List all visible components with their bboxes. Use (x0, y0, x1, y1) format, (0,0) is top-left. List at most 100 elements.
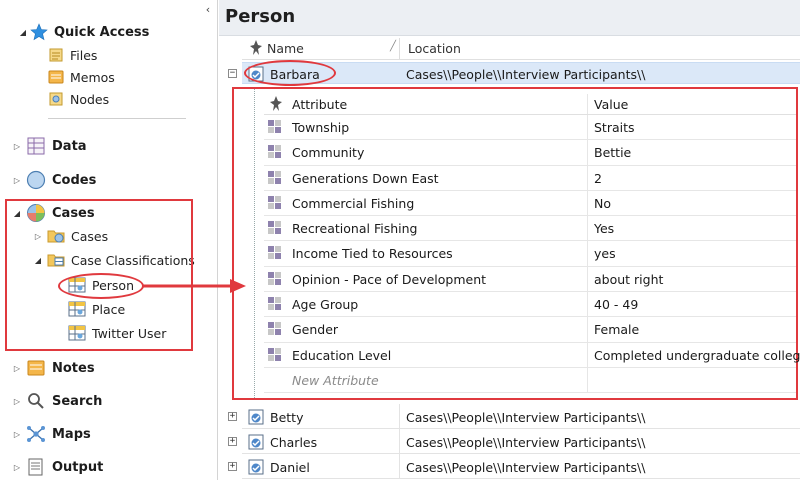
expand-arrow-icon[interactable]: ▷ (12, 364, 22, 373)
column-separator (399, 429, 400, 454)
quick-access-label: Quick Access (54, 24, 150, 40)
nav-codes[interactable]: ▷ Codes (12, 169, 96, 191)
column-separator (587, 317, 588, 342)
expand-arrow-icon[interactable]: ▷ (12, 176, 22, 185)
attribute-value[interactable]: 40 - 49 (594, 297, 638, 312)
attribute-row[interactable]: Generations Down East 2 (264, 165, 796, 191)
attribute-row[interactable]: Commercial Fishing No (264, 190, 796, 217)
attribute-value[interactable]: Yes (594, 221, 614, 236)
new-attribute-placeholder[interactable]: New Attribute (292, 373, 379, 388)
nav-notes[interactable]: ▷ Notes (12, 357, 95, 379)
output-icon (26, 458, 46, 476)
attribute-value[interactable]: 2 (594, 171, 602, 186)
nav-search[interactable]: ▷ Search (12, 390, 102, 412)
tree-guide-line (254, 89, 255, 398)
column-separator (587, 190, 588, 216)
person-highlight-ellipse (58, 273, 144, 299)
pin-icon[interactable] (268, 95, 284, 113)
nav-data[interactable]: ▷ Data (12, 135, 87, 157)
attribute-panel: Attribute Value Township Straits Community… (232, 87, 800, 400)
attribute-column-header[interactable]: Attribute (292, 97, 347, 112)
search-label: Search (52, 393, 103, 409)
name-column-header[interactable]: Name (267, 41, 304, 56)
attribute-row[interactable]: Recreational Fishing Yes (264, 216, 796, 242)
attribute-name: Age Group (292, 297, 359, 313)
attribute-value[interactable]: Female (594, 322, 639, 337)
attribute-value[interactable]: yes (594, 246, 616, 261)
case-list-header: Name ╱ Location (242, 38, 800, 60)
attribute-value[interactable]: about right (594, 272, 663, 287)
case-row-betty[interactable]: + Betty Cases\\People\\Interview Partici… (228, 404, 800, 429)
case-name: Betty (270, 410, 304, 425)
output-label: Output (52, 459, 104, 475)
case-location: Cases\\People\\Interview Participants\\ (406, 435, 646, 450)
attribute-name: Income Tied to Resources (292, 246, 453, 262)
attribute-name: Recreational Fishing (292, 221, 418, 237)
expand-arrow-icon[interactable]: ▷ (12, 397, 22, 406)
navigation-sidebar: ‹ ◢ Quick Access Files Memos Nodes ▷ Dat… (0, 0, 218, 480)
attribute-value[interactable]: No (594, 196, 611, 211)
column-separator (587, 165, 588, 190)
column-separator (587, 266, 588, 292)
sidebar-divider (48, 118, 186, 119)
attribute-grid-icon (268, 246, 282, 260)
nodes-icon (48, 91, 64, 107)
expand-arrow-icon[interactable]: ◢ (18, 28, 28, 37)
case-name: Charles (270, 435, 318, 450)
case-icon (248, 459, 264, 475)
codes-icon (26, 170, 46, 190)
attribute-name: Education Level (292, 347, 392, 363)
value-column-header[interactable]: Value (594, 97, 628, 112)
pin-icon[interactable] (248, 39, 264, 57)
location-column-header[interactable]: Location (408, 41, 461, 56)
barbara-highlight-ellipse (244, 60, 336, 86)
codes-label: Codes (52, 172, 97, 188)
quick-access-memos[interactable]: Memos (48, 66, 115, 88)
column-separator (587, 115, 588, 140)
case-row-charles[interactable]: + Charles Cases\\People\\Interview Parti… (228, 429, 800, 454)
nav-output[interactable]: ▷ Output (12, 456, 103, 478)
attribute-row[interactable]: Age Group 40 - 49 (264, 292, 796, 318)
attribute-row[interactable]: Income Tied to Resources yes (264, 241, 796, 267)
attribute-row[interactable]: Education Level Completed undergraduate c… (264, 342, 800, 368)
expand-row-icon[interactable]: + (228, 412, 237, 421)
case-location: Cases\\People\\Interview Participants\\ (406, 410, 646, 425)
collapse-row-icon[interactable]: − (228, 69, 237, 78)
expand-row-icon[interactable]: + (228, 437, 237, 446)
expand-arrow-icon[interactable]: ▷ (12, 430, 22, 439)
collapse-sidebar-button[interactable]: ‹ (202, 3, 214, 17)
memos-label: Memos (70, 69, 115, 85)
attribute-row[interactable]: Community Bettie (264, 140, 796, 166)
new-attribute-row[interactable]: New Attribute (264, 367, 796, 394)
column-separator (587, 292, 588, 317)
case-name: Daniel (270, 460, 310, 475)
attribute-grid-icon (268, 221, 282, 235)
page-title: Person (225, 6, 296, 27)
nav-quick-access[interactable]: ◢ Quick Access (18, 21, 149, 43)
memos-icon (48, 69, 64, 85)
attribute-value[interactable]: Straits (594, 120, 635, 135)
column-separator (399, 38, 400, 59)
attribute-grid-icon (268, 195, 282, 210)
attribute-value[interactable]: Bettie (594, 145, 631, 160)
search-icon (26, 392, 46, 410)
quick-access-nodes[interactable]: Nodes (48, 88, 109, 110)
attribute-grid-icon (268, 170, 282, 185)
expand-arrow-icon[interactable]: ▷ (12, 463, 22, 472)
expand-arrow-icon[interactable]: ▷ (12, 142, 22, 151)
attribute-row[interactable]: Opinion - Pace of Development about right (264, 266, 796, 293)
quick-access-files[interactable]: Files (48, 44, 97, 66)
sort-indicator-icon: ╱ (390, 41, 397, 52)
attribute-grid-icon (268, 297, 282, 311)
nav-maps[interactable]: ▷ Maps (12, 423, 91, 445)
case-row-daniel[interactable]: + Daniel Cases\\People\\Interview Partic… (228, 454, 800, 479)
attribute-name: Opinion - Pace of Development (292, 271, 487, 287)
attribute-grid-icon (268, 120, 282, 134)
attribute-row[interactable]: Gender Female (264, 317, 796, 343)
attribute-value[interactable]: Completed undergraduate college (594, 348, 800, 363)
notes-label: Notes (52, 360, 95, 376)
attribute-row[interactable]: Township Straits (264, 115, 796, 141)
attribute-table: Attribute Value Township Straits Community… (264, 94, 800, 394)
expand-row-icon[interactable]: + (228, 462, 237, 471)
attribute-grid-icon (268, 145, 282, 159)
